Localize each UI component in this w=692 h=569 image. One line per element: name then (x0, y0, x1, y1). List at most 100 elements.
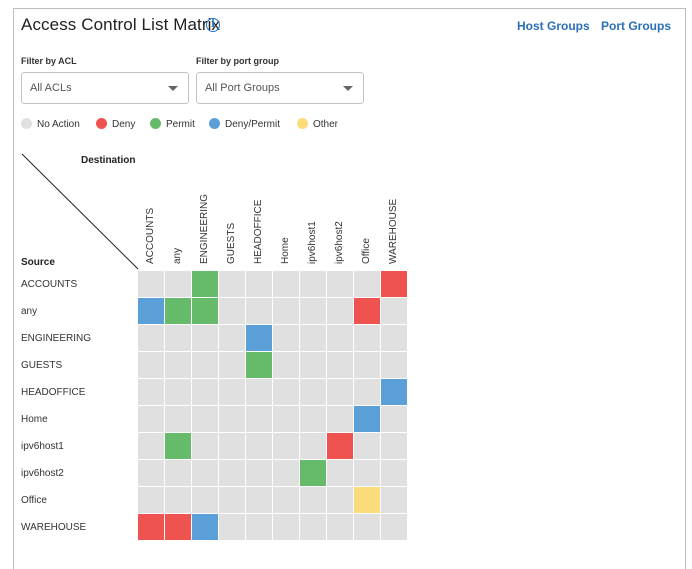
matrix-cell[interactable] (327, 298, 353, 324)
matrix-cell[interactable] (354, 325, 380, 351)
matrix-cell[interactable] (381, 352, 407, 378)
matrix-cell[interactable] (327, 460, 353, 486)
matrix-cell[interactable] (300, 433, 326, 459)
matrix-cell[interactable] (246, 433, 272, 459)
matrix-cell[interactable] (219, 379, 245, 405)
matrix-cell[interactable] (246, 460, 272, 486)
matrix-cell[interactable] (381, 298, 407, 324)
matrix-cell[interactable] (273, 352, 299, 378)
matrix-cell[interactable] (246, 379, 272, 405)
matrix-cell[interactable] (165, 514, 191, 540)
matrix-cell[interactable] (381, 460, 407, 486)
matrix-cell[interactable] (192, 379, 218, 405)
matrix-cell[interactable] (138, 298, 164, 324)
matrix-cell[interactable] (354, 406, 380, 432)
matrix-cell[interactable] (381, 487, 407, 513)
matrix-cell[interactable] (354, 379, 380, 405)
matrix-cell[interactable] (327, 271, 353, 297)
matrix-cell[interactable] (354, 514, 380, 540)
matrix-cell[interactable] (273, 487, 299, 513)
matrix-cell[interactable] (273, 460, 299, 486)
matrix-cell[interactable] (300, 298, 326, 324)
matrix-cell[interactable] (246, 298, 272, 324)
port-group-filter-select[interactable]: All Port Groups (196, 72, 364, 104)
matrix-cell[interactable] (327, 325, 353, 351)
matrix-cell[interactable] (246, 325, 272, 351)
matrix-cell[interactable] (138, 352, 164, 378)
matrix-cell[interactable] (165, 406, 191, 432)
matrix-cell[interactable] (381, 325, 407, 351)
matrix-cell[interactable] (273, 271, 299, 297)
host-groups-link[interactable]: Host Groups (517, 19, 590, 33)
matrix-cell[interactable] (219, 514, 245, 540)
matrix-cell[interactable] (300, 271, 326, 297)
matrix-cell[interactable] (273, 406, 299, 432)
matrix-cell[interactable] (246, 271, 272, 297)
acl-filter-select[interactable]: All ACLs (21, 72, 189, 104)
matrix-cell[interactable] (219, 298, 245, 324)
matrix-cell[interactable] (246, 406, 272, 432)
matrix-cell[interactable] (354, 487, 380, 513)
matrix-cell[interactable] (192, 460, 218, 486)
matrix-cell[interactable] (192, 325, 218, 351)
matrix-cell[interactable] (192, 406, 218, 432)
matrix-cell[interactable] (138, 379, 164, 405)
matrix-cell[interactable] (219, 460, 245, 486)
matrix-cell[interactable] (354, 298, 380, 324)
matrix-cell[interactable] (273, 325, 299, 351)
matrix-cell[interactable] (138, 325, 164, 351)
matrix-cell[interactable] (300, 406, 326, 432)
matrix-cell[interactable] (192, 514, 218, 540)
info-icon[interactable]: i (206, 18, 220, 32)
matrix-cell[interactable] (327, 514, 353, 540)
matrix-cell[interactable] (165, 460, 191, 486)
matrix-cell[interactable] (138, 406, 164, 432)
matrix-cell[interactable] (138, 487, 164, 513)
matrix-cell[interactable] (219, 433, 245, 459)
matrix-cell[interactable] (192, 271, 218, 297)
matrix-cell[interactable] (381, 406, 407, 432)
matrix-cell[interactable] (327, 379, 353, 405)
matrix-cell[interactable] (381, 271, 407, 297)
matrix-cell[interactable] (219, 352, 245, 378)
matrix-cell[interactable] (354, 271, 380, 297)
matrix-cell[interactable] (138, 460, 164, 486)
matrix-cell[interactable] (138, 271, 164, 297)
matrix-cell[interactable] (246, 514, 272, 540)
matrix-cell[interactable] (327, 406, 353, 432)
matrix-cell[interactable] (219, 271, 245, 297)
matrix-cell[interactable] (246, 487, 272, 513)
matrix-cell[interactable] (327, 352, 353, 378)
matrix-cell[interactable] (165, 379, 191, 405)
matrix-cell[interactable] (219, 325, 245, 351)
matrix-cell[interactable] (381, 433, 407, 459)
matrix-cell[interactable] (165, 433, 191, 459)
matrix-cell[interactable] (300, 352, 326, 378)
matrix-cell[interactable] (219, 406, 245, 432)
matrix-cell[interactable] (192, 352, 218, 378)
matrix-cell[interactable] (381, 514, 407, 540)
matrix-cell[interactable] (273, 433, 299, 459)
matrix-cell[interactable] (246, 352, 272, 378)
matrix-cell[interactable] (300, 325, 326, 351)
matrix-cell[interactable] (165, 298, 191, 324)
matrix-cell[interactable] (354, 352, 380, 378)
matrix-cell[interactable] (327, 433, 353, 459)
matrix-cell[interactable] (165, 487, 191, 513)
port-groups-link[interactable]: Port Groups (601, 19, 671, 33)
matrix-cell[interactable] (381, 379, 407, 405)
matrix-cell[interactable] (273, 298, 299, 324)
matrix-cell[interactable] (273, 514, 299, 540)
matrix-cell[interactable] (300, 487, 326, 513)
matrix-cell[interactable] (354, 433, 380, 459)
matrix-cell[interactable] (165, 271, 191, 297)
matrix-cell[interactable] (273, 379, 299, 405)
matrix-cell[interactable] (192, 433, 218, 459)
matrix-cell[interactable] (327, 487, 353, 513)
matrix-cell[interactable] (192, 298, 218, 324)
matrix-cell[interactable] (138, 514, 164, 540)
matrix-cell[interactable] (192, 487, 218, 513)
matrix-cell[interactable] (165, 352, 191, 378)
matrix-cell[interactable] (354, 460, 380, 486)
matrix-cell[interactable] (300, 379, 326, 405)
